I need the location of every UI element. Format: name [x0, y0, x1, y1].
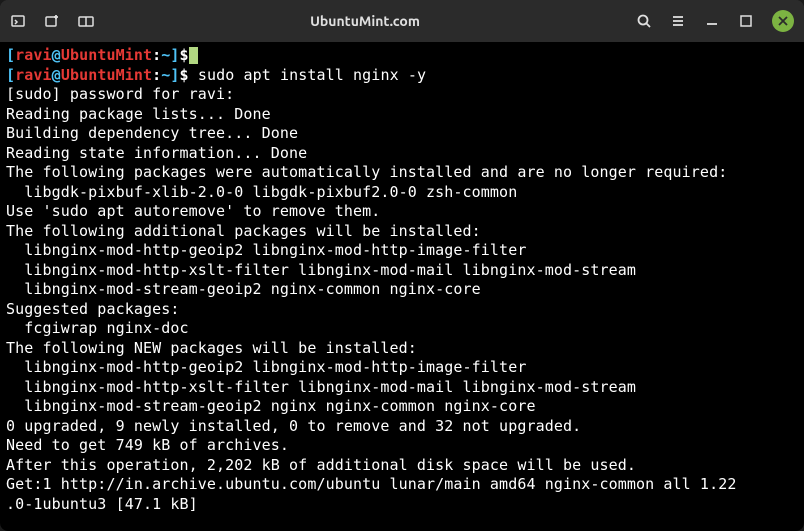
output-line: libnginx-mod-http-geoip2 libnginx-mod-ht…: [6, 241, 798, 261]
output-line: libnginx-mod-stream-geoip2 nginx-common …: [6, 280, 798, 300]
command-text: sudo apt install nginx -y: [198, 66, 426, 84]
output-line: The following packages were automaticall…: [6, 163, 798, 183]
output-line: Need to get 749 kB of archives.: [6, 436, 798, 456]
search-icon[interactable]: [636, 13, 652, 29]
output-line: 0 upgraded, 9 newly installed, 0 to remo…: [6, 417, 798, 437]
output-line: The following additional packages will b…: [6, 222, 798, 242]
cursor-icon: [189, 47, 198, 64]
output-line: Reading state information... Done: [6, 144, 798, 164]
window-title: UbuntuMint.com: [94, 13, 636, 29]
prompt-line-1: [ravi@UbuntuMint:~]$: [6, 46, 798, 66]
output-line: libnginx-mod-stream-geoip2 nginx nginx-c…: [6, 397, 798, 417]
maximize-icon[interactable]: [738, 13, 754, 29]
close-button[interactable]: [772, 10, 794, 32]
output-line: [sudo] password for ravi:: [6, 85, 798, 105]
output-line: .0-1ubuntu3 [47.1 kB]: [6, 495, 798, 515]
titlebar-left: [10, 13, 94, 29]
titlebar: UbuntuMint.com: [0, 0, 804, 42]
output-line: Use 'sudo apt autoremove' to remove them…: [6, 202, 798, 222]
new-window-icon[interactable]: [44, 13, 60, 29]
output-line: After this operation, 2,202 kB of additi…: [6, 456, 798, 476]
output-line: Get:1 http://in.archive.ubuntu.com/ubunt…: [6, 475, 798, 495]
split-icon[interactable]: [78, 13, 94, 29]
output-line: Reading package lists... Done: [6, 105, 798, 125]
terminal-window: UbuntuMint.com: [0, 0, 804, 531]
output-line: Suggested packages:: [6, 300, 798, 320]
minimize-icon[interactable]: [704, 13, 720, 29]
output-line: The following NEW packages will be insta…: [6, 339, 798, 359]
output-line: Building dependency tree... Done: [6, 124, 798, 144]
titlebar-right: [636, 10, 794, 32]
output-line: libnginx-mod-http-geoip2 libnginx-mod-ht…: [6, 358, 798, 378]
output-line: libnginx-mod-http-xslt-filter libnginx-m…: [6, 378, 798, 398]
prompt-line-2: [ravi@UbuntuMint:~]$ sudo apt install ng…: [6, 66, 798, 86]
output-line: libgdk-pixbuf-xlib-2.0-0 libgdk-pixbuf2.…: [6, 183, 798, 203]
output-line: libnginx-mod-http-xslt-filter libnginx-m…: [6, 261, 798, 281]
terminal-content[interactable]: [ravi@UbuntuMint:~]$[ravi@UbuntuMint:~]$…: [0, 42, 804, 531]
new-tab-icon[interactable]: [10, 13, 26, 29]
output-line: fcgiwrap nginx-doc: [6, 319, 798, 339]
menu-icon[interactable]: [670, 13, 686, 29]
